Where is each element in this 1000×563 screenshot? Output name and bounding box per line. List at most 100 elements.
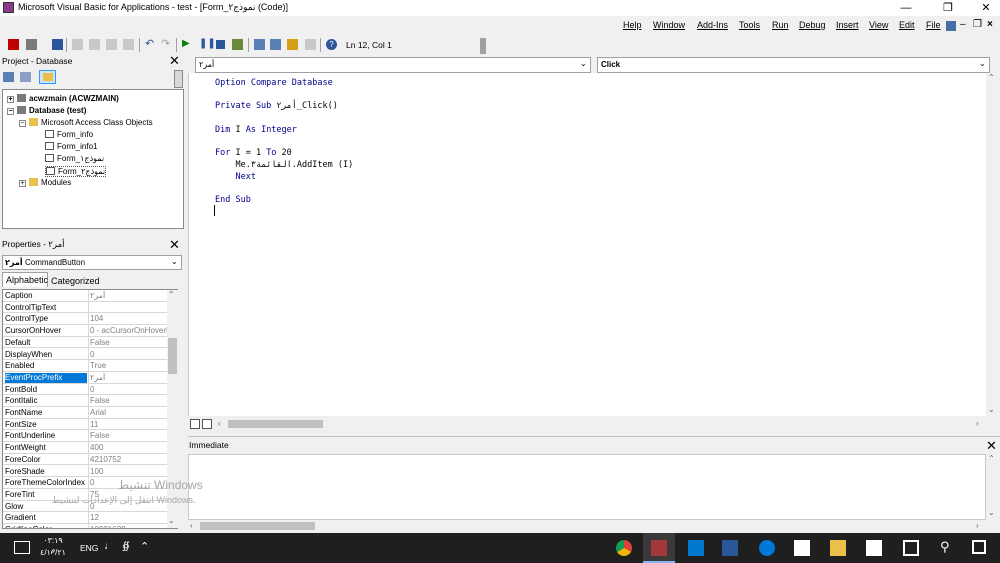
property-row[interactable]: CursorOnHover 0 - acCursorOnHoverDefault xyxy=(3,325,168,338)
edge-icon[interactable] xyxy=(759,540,775,556)
network-icon[interactable]: ∯ xyxy=(122,541,130,552)
property-value[interactable]: 4210752 xyxy=(90,455,167,465)
property-row[interactable]: Default False xyxy=(3,336,168,349)
property-value[interactable]: 0 - acCursorOnHoverDefault xyxy=(90,326,167,336)
scrollbar-thumb[interactable] xyxy=(228,420,323,428)
tree-node-form-1[interactable]: Form_نموذج١ xyxy=(45,154,104,163)
child-window-icon[interactable] xyxy=(946,21,956,31)
find-icon[interactable] xyxy=(123,39,134,50)
tab-categorized[interactable]: Categorized xyxy=(50,274,100,287)
property-value[interactable]: False xyxy=(90,338,167,348)
search-icon[interactable]: ⚲ xyxy=(940,539,950,555)
property-row[interactable]: Caption أمر٢ xyxy=(3,290,168,302)
menu-insert[interactable]: Insert xyxy=(836,20,859,30)
properties-window-icon[interactable] xyxy=(270,39,281,50)
menu-file[interactable]: File xyxy=(926,20,941,30)
scroll-down-icon[interactable]: ⌄ xyxy=(988,508,995,517)
property-row[interactable]: FontUnderline False xyxy=(3,430,168,443)
property-row[interactable]: Enabled True xyxy=(3,360,168,373)
word-icon[interactable] xyxy=(722,540,738,556)
property-value[interactable]: أمر٢ xyxy=(90,291,167,301)
property-row[interactable]: FontItalic False xyxy=(3,395,168,408)
run-icon[interactable]: ▶ xyxy=(182,39,193,50)
start-icon[interactable] xyxy=(972,540,986,554)
insert-module-icon[interactable] xyxy=(26,39,37,50)
immediate-vertical-scrollbar[interactable]: ⌃ ⌄ xyxy=(986,454,998,520)
help-icon[interactable]: ? xyxy=(326,39,337,50)
scroll-up-icon[interactable]: ⌃ xyxy=(988,454,995,463)
properties-scrollbar[interactable]: ⌃ ⌄ xyxy=(167,290,178,528)
store-icon[interactable] xyxy=(794,540,810,556)
property-row[interactable]: ForeColor 4210752 xyxy=(3,453,168,466)
view-code-icon[interactable] xyxy=(3,72,14,82)
show-hidden-icons-icon[interactable]: ⌃ xyxy=(140,540,149,553)
immediate-close-icon[interactable]: ✕ xyxy=(986,439,997,452)
property-value[interactable]: أمر٢ xyxy=(90,373,167,383)
volume-icon[interactable]: ♩ xyxy=(104,541,114,552)
scroll-right-icon[interactable]: › xyxy=(976,521,979,530)
code-vertical-scrollbar[interactable]: ⌃ ⌄ xyxy=(986,73,998,417)
minimize-button[interactable]: — xyxy=(892,0,920,16)
object-combo[interactable]: أمر٢ ⌄ xyxy=(195,57,591,73)
cut-icon[interactable] xyxy=(72,39,83,50)
property-value[interactable]: 0 xyxy=(90,385,167,395)
property-row[interactable]: Gradient 12 xyxy=(3,512,168,525)
properties-close-icon[interactable]: ✕ xyxy=(169,238,180,251)
tree-node-form-info[interactable]: Form_info xyxy=(45,130,93,139)
menu-edit[interactable]: Edit xyxy=(899,20,915,30)
scroll-down-icon[interactable]: ⌄ xyxy=(168,516,175,525)
scroll-left-icon[interactable]: ‹ xyxy=(190,521,193,530)
reset-icon[interactable] xyxy=(216,40,225,49)
property-row[interactable]: FontBold 0 xyxy=(3,383,168,396)
property-value[interactable]: False xyxy=(90,396,167,406)
access-taskbar-button[interactable] xyxy=(643,533,675,563)
toggle-folders-button[interactable] xyxy=(39,70,56,84)
property-value[interactable]: 12 xyxy=(90,513,167,523)
object-selector[interactable]: أمر٢ CommandButton ⌄ xyxy=(2,255,182,270)
menu-window[interactable]: Window xyxy=(653,20,685,30)
project-explorer-icon[interactable] xyxy=(254,39,265,50)
property-value[interactable]: 100 xyxy=(90,467,167,477)
view-access-icon[interactable] xyxy=(8,39,19,50)
property-row[interactable]: FontSize 11 xyxy=(3,418,168,431)
property-value[interactable] xyxy=(90,303,167,313)
scroll-up-icon[interactable]: ⌃ xyxy=(168,290,175,299)
scroll-down-icon[interactable]: ⌄ xyxy=(988,405,995,414)
property-value[interactable]: 400 xyxy=(90,443,167,453)
property-row[interactable]: ForeShade 100 xyxy=(3,465,168,478)
task-view-icon[interactable] xyxy=(903,540,919,556)
tab-alphabetic[interactable]: Alphabetic xyxy=(2,272,48,287)
immediate-horizontal-scrollbar[interactable]: ‹ › xyxy=(188,520,986,532)
property-row[interactable]: FontWeight 400 xyxy=(3,442,168,455)
redo-icon[interactable]: ↷ xyxy=(161,39,172,50)
project-pane-scrollbar[interactable] xyxy=(174,70,183,88)
procedure-combo[interactable]: Click ⌄ xyxy=(597,57,990,73)
child-minimize-button[interactable]: – xyxy=(960,19,966,30)
property-value[interactable]: 10921638 xyxy=(90,525,167,528)
design-mode-icon[interactable] xyxy=(232,39,243,50)
code-editor[interactable]: Option Compare Database Private Sub أمر٢_… xyxy=(188,73,986,416)
procedure-view-icon[interactable] xyxy=(190,419,200,429)
tree-node-database[interactable]: − Database (test) xyxy=(7,106,86,115)
close-window-button[interactable]: ✕ xyxy=(972,0,1000,16)
copy-icon[interactable] xyxy=(89,39,100,50)
notification-icon[interactable] xyxy=(14,541,30,554)
property-value[interactable]: 0 xyxy=(90,350,167,360)
child-close-button[interactable]: × xyxy=(987,19,993,30)
mail-icon[interactable] xyxy=(866,540,882,556)
paste-icon[interactable] xyxy=(106,39,117,50)
tree-node-form-2[interactable]: Form_نموذج٢ xyxy=(45,166,107,177)
object-browser-icon[interactable] xyxy=(287,39,298,50)
taskbar-date[interactable]: ٤/١٠/٢١ xyxy=(40,548,66,557)
menu-add-ins[interactable]: Add-Ins xyxy=(697,20,728,30)
view-object-icon[interactable] xyxy=(20,72,31,82)
property-value[interactable]: True xyxy=(90,361,167,371)
scrollbar-thumb[interactable] xyxy=(168,338,177,374)
property-row[interactable]: GridlineColor10921638 xyxy=(3,524,168,528)
property-value[interactable]: 11 xyxy=(90,420,167,430)
save-icon[interactable] xyxy=(52,39,63,50)
menu-view[interactable]: View xyxy=(869,20,888,30)
menu-tools[interactable]: Tools xyxy=(739,20,760,30)
menu-help[interactable]: Help xyxy=(623,20,642,30)
immediate-window[interactable] xyxy=(188,454,986,520)
